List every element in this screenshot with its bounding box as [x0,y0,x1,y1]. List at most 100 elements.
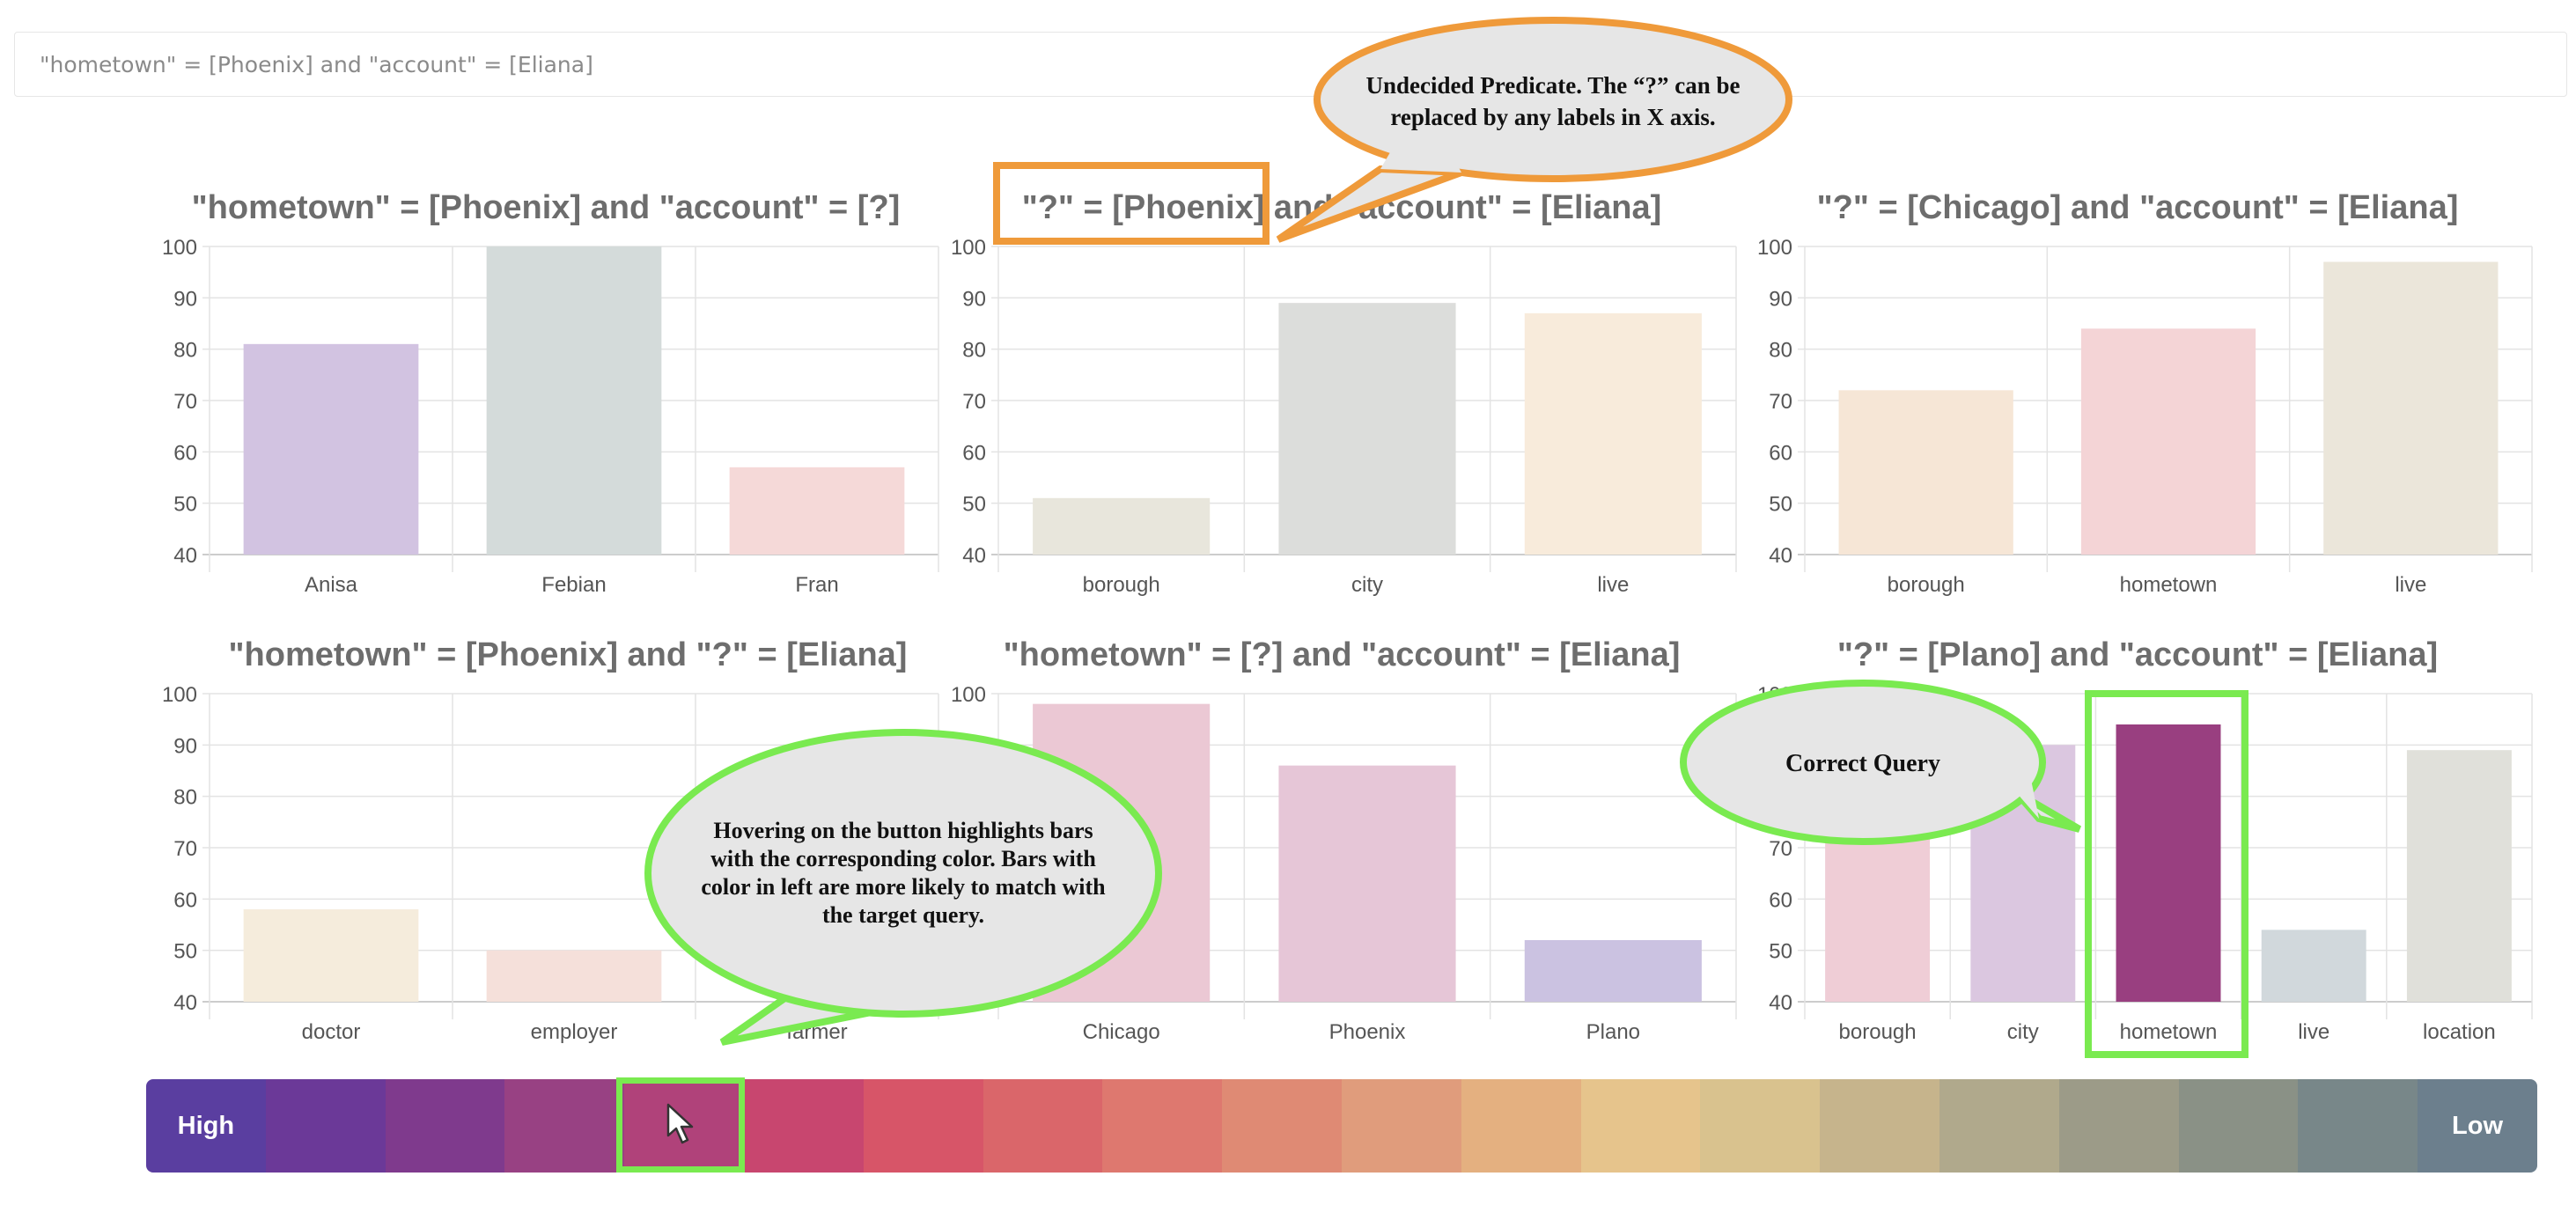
bar-borough [1033,497,1211,555]
legend-color-button[interactable] [743,1079,864,1173]
y-tick-label: 100 [951,683,986,707]
x-tick-label: employer [531,1020,618,1044]
x-tick-label: Fran [795,573,838,597]
chart-grid: 100 90 80 70 60 50 40 Anisa Febian Fran "hometown"… [162,17,2533,1058]
chart-title: "?" = [Plano] and "account" = [Eliana] [1837,636,2438,673]
legend-color-button[interactable] [265,1079,386,1173]
x-tick-label: hometown [2120,1020,2218,1044]
x-tick-label: Chicago [1083,1020,1160,1044]
callout-text: Hovering on the button highlights bars [713,818,1093,843]
bar-live [2323,261,2499,555]
x-tick-label: borough [1888,573,1965,597]
x-tick-label: live [2298,1020,2329,1044]
chart-2: 100908070605040borough city live"?" = [Pho… [951,189,1737,597]
y-tick-label: 80 [173,339,197,363]
y-tick-label: 100 [162,683,197,707]
y-tick-label: 50 [962,493,986,517]
mouse-cursor-icon [666,1103,694,1144]
legend-color-button[interactable] [1222,1079,1342,1173]
bar-live [1524,312,1702,555]
bar-plano [1524,940,1702,1002]
bar-live [2261,930,2366,1002]
y-tick-label: 70 [1769,837,1792,861]
x-tick-label: Plano [1586,1020,1640,1044]
y-tick-label: 90 [173,287,197,311]
bar-employer [486,950,662,1002]
y-tick-label: 80 [1769,339,1792,363]
x-tick-label: city [1351,573,1383,597]
y-tick-label: 80 [173,786,197,810]
y-tick-label: 40 [1769,991,1792,1015]
y-tick-label: 100 [1757,236,1792,260]
callout-text: the target query. [822,902,984,928]
legend-color-button[interactable] [2298,1079,2418,1173]
y-tick-label: 60 [1769,441,1792,465]
callout-text: Undecided Predicate. The “?” can be [1366,72,1741,99]
legend-color-button[interactable] [863,1079,983,1173]
y-tick-label: 60 [173,441,197,465]
x-tick-label: Febian [541,573,606,597]
y-tick-label: 50 [1769,493,1792,517]
x-tick-label: borough [1839,1020,1917,1044]
legend-color-button[interactable] [1939,1079,2059,1173]
bar-doctor [243,909,419,1002]
x-tick-label: Anisa [305,573,358,597]
x-tick-label: location [2423,1020,2496,1044]
bar-hometown [2080,328,2256,555]
y-tick-label: 50 [173,493,197,517]
y-tick-label: 50 [1769,940,1792,964]
bar-borough [1838,390,2013,555]
callout-bubble [644,729,1162,1018]
y-tick-label: 60 [1769,888,1792,912]
callout-text: with the corresponding color. Bars with [710,846,1096,871]
color-legend: High Low [146,1079,2537,1173]
y-tick-label: 40 [1769,544,1792,568]
legend-low-button[interactable]: Low [2418,1079,2537,1173]
chart-3: 100 90 80 70 60 50 40 borough hometown live "?" = … [1757,189,2533,597]
legend-color-button[interactable] [385,1079,505,1173]
bar-phoenix [1278,765,1456,1002]
legend-color-button[interactable] [504,1079,625,1173]
bar-fran [729,467,905,555]
x-tick-label: Phoenix [1329,1020,1406,1044]
legend-color-button[interactable] [1102,1079,1223,1173]
legend-color-button[interactable] [983,1079,1103,1173]
callout-text: Correct Query [1785,750,1940,777]
callout-text: color in left are more likely to match w… [701,874,1106,900]
legend-color-button[interactable] [1700,1079,1821,1173]
legend-color-button[interactable] [2058,1079,2179,1173]
y-tick-label: 70 [1769,390,1792,414]
chart-title: "hometown" = [Phoenix] and "account" = [… [192,189,901,226]
x-tick-label: live [1597,573,1629,597]
bar-febian [486,246,662,555]
legend-color-button[interactable] [2178,1079,2299,1173]
x-tick-label: live [2395,573,2426,597]
y-tick-label: 90 [173,734,197,758]
y-tick-label: 90 [962,287,986,311]
bar-anisa [243,343,419,555]
x-tick-label: hometown [2120,573,2218,597]
bar-hometown [2116,724,2221,1002]
legend-high-button[interactable]: High [146,1079,266,1173]
y-tick-label: 60 [173,888,197,912]
x-tick-label: city [2007,1020,2039,1044]
legend-color-button[interactable] [1341,1079,1461,1173]
y-tick-label: 100 [951,236,986,260]
y-tick-label: 50 [173,940,197,964]
bar-location [2406,750,2512,1002]
chart-1: 100 90 80 70 60 50 40 Anisa Febian Fran "hometown"… [162,189,939,597]
legend-color-button[interactable] [1580,1079,1701,1173]
x-tick-label: doctor [302,1020,361,1044]
y-tick-label: 70 [173,390,197,414]
legend-color-button[interactable] [1820,1079,1939,1173]
y-tick-label: 100 [162,236,197,260]
y-tick-label: 90 [1769,287,1792,311]
y-tick-label: 40 [173,544,197,568]
y-tick-label: 70 [173,837,197,861]
y-tick-label: 40 [962,544,986,568]
y-tick-label: 60 [962,441,986,465]
legend-color-button[interactable] [1461,1079,1581,1173]
y-tick-label: 80 [962,339,986,363]
callout-bubble [1314,17,1792,182]
chart-title: "hometown" = [Phoenix] and "?" = [Eliana… [229,636,908,673]
